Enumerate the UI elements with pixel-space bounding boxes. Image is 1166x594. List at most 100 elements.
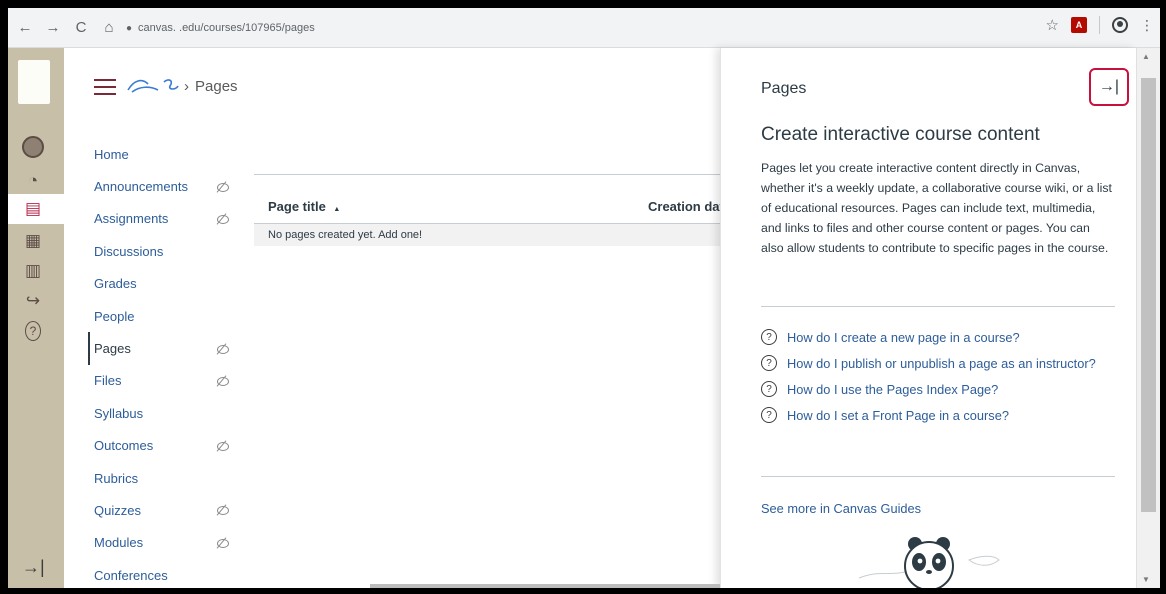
scroll-down-icon[interactable]: ▼ <box>1142 575 1150 584</box>
hidden-from-students-icon <box>216 343 229 355</box>
hidden-from-students-icon <box>216 181 229 193</box>
help-link[interactable]: ? How do I publish or unpublish a page as… <box>761 354 1115 373</box>
horizontal-scrollbar-thumb[interactable] <box>370 584 720 588</box>
inbox-icon[interactable]: ▥ <box>22 260 44 282</box>
screenshot-frame: ← → C ⌂ ● canvas. .edu/courses/107965/pa… <box>8 8 1160 588</box>
pages-table-header: Page title ▲ Creation dat <box>254 190 734 224</box>
close-tray-button[interactable]: →| <box>1089 68 1129 106</box>
see-more-canvas-guides-link[interactable]: See more in Canvas Guides <box>761 501 921 516</box>
commons-icon[interactable]: ↪ <box>22 290 44 312</box>
scrollbar-thumb[interactable] <box>1141 78 1156 512</box>
column-creation-date[interactable]: Creation dat <box>648 199 724 214</box>
tray-divider <box>761 476 1115 477</box>
course-nav-item-files[interactable]: Files <box>88 365 238 397</box>
help-link-text: How do I use the Pages Index Page? <box>787 382 999 397</box>
sort-ascending-icon: ▲ <box>333 206 341 213</box>
course-nav-item-syllabus[interactable]: Syllabus <box>88 397 238 429</box>
course-nav-label: Modules <box>94 535 144 551</box>
hamburger-line <box>94 93 116 95</box>
tray-description: Pages let you create interactive content… <box>761 161 1112 255</box>
hidden-from-students-icon <box>216 440 229 452</box>
forward-icon[interactable]: → <box>42 17 64 39</box>
account-icon[interactable] <box>22 136 44 158</box>
hamburger-line <box>94 86 116 88</box>
help-links-list: ? How do I create a new page in a course?… <box>761 328 1115 432</box>
close-tray-icon: →| <box>1098 78 1120 95</box>
course-nav-item-conferences[interactable]: Conferences <box>88 559 238 588</box>
question-icon: ? <box>761 381 777 397</box>
course-name-logo[interactable] <box>124 74 182 96</box>
hamburger-line <box>94 79 116 81</box>
course-nav-item-quizzes[interactable]: Quizzes <box>88 494 238 526</box>
help-link-text: How do I create a new page in a course? <box>787 330 1020 345</box>
hidden-from-students-icon <box>216 504 229 516</box>
breadcrumb: › Pages <box>184 78 238 95</box>
global-navigation: ◔ ▤ ▦ ▥ ↪ ? →| <box>8 48 64 588</box>
course-nav-item-outcomes[interactable]: Outcomes <box>88 430 238 462</box>
course-nav-item-discussions[interactable]: Discussions <box>88 235 238 267</box>
course-nav-label: Files <box>94 373 122 389</box>
column-page-title[interactable]: Page title ▲ <box>268 199 340 214</box>
hidden-from-students-icon <box>216 537 229 549</box>
tray-heading: Create interactive course content <box>761 124 1040 145</box>
help-icon[interactable]: ? <box>22 320 44 342</box>
pdf-extension-icon[interactable]: A <box>1071 17 1087 33</box>
browser-menu-icon[interactable]: ⋮ <box>1140 18 1154 32</box>
institution-logo[interactable] <box>18 60 50 104</box>
home-icon[interactable]: ⌂ <box>98 17 120 39</box>
help-circle: ? <box>25 321 41 341</box>
course-nav-label: Outcomes <box>94 438 154 454</box>
question-icon: ? <box>761 407 777 423</box>
course-nav-item-home[interactable]: Home <box>88 138 238 170</box>
course-nav-label: Discussions <box>94 243 164 259</box>
course-nav-item-assignments[interactable]: Assignments <box>88 203 238 235</box>
help-link-text: How do I publish or unpublish a page as … <box>787 356 1096 371</box>
course-nav-label: Home <box>94 146 129 162</box>
column-page-title-label: Page title <box>268 199 326 214</box>
course-nav-item-people[interactable]: People <box>88 300 238 332</box>
empty-state-text[interactable]: No pages created yet. Add one! <box>268 229 422 241</box>
course-nav-label: Assignments <box>94 211 169 227</box>
tray-divider <box>761 306 1115 307</box>
help-link[interactable]: ? How do I create a new page in a course? <box>761 328 1115 347</box>
help-link-text: How do I set a Front Page in a course? <box>787 408 1009 423</box>
course-nav-label: Quizzes <box>94 502 141 518</box>
content-divider <box>254 174 734 175</box>
hidden-from-students-icon <box>216 375 229 387</box>
course-navigation: Home Announcements Assignments Discussions G… <box>88 138 238 588</box>
course-nav-item-announcements[interactable]: Announcements <box>88 170 238 202</box>
course-nav-item-grades[interactable]: Grades <box>88 268 238 300</box>
bookmark-star-icon[interactable]: ☆ <box>1046 16 1059 34</box>
course-nav-label: People <box>94 308 135 324</box>
hidden-from-students-icon <box>216 213 229 225</box>
collapse-nav-icon[interactable]: →| <box>22 557 45 578</box>
address-bar[interactable]: ● canvas. .edu/courses/107965/pages <box>126 16 1006 40</box>
browser-toolbar: ← → C ⌂ ● canvas. .edu/courses/107965/pa… <box>8 8 1160 48</box>
reload-icon[interactable]: C <box>70 17 92 39</box>
course-nav-item-modules[interactable]: Modules <box>88 527 238 559</box>
dashboard-icon[interactable]: ◔ <box>22 170 44 192</box>
help-link[interactable]: ? How do I set a Front Page in a course? <box>761 406 1115 425</box>
browser-actions: ☆ A ⋮ <box>1046 16 1154 34</box>
course-menu-toggle[interactable] <box>94 79 116 95</box>
course-nav-item-rubrics[interactable]: Rubrics <box>88 462 238 494</box>
toolbar-separator <box>1099 16 1100 34</box>
question-icon: ? <box>761 329 777 345</box>
breadcrumb-separator: › <box>184 78 189 95</box>
back-icon[interactable]: ← <box>14 17 36 39</box>
profile-icon[interactable] <box>1112 17 1128 33</box>
tray-title: Pages <box>761 80 807 97</box>
lock-icon: ● <box>126 22 133 34</box>
scroll-up-icon[interactable]: ▲ <box>1142 52 1150 61</box>
course-nav-item-pages[interactable]: Pages <box>88 332 238 365</box>
pages-info-tray: Pages →| Create interactive course conte… <box>720 48 1136 588</box>
course-nav-label: Pages <box>94 341 131 357</box>
page-scrollbar[interactable]: ▲ ▼ <box>1136 48 1160 588</box>
course-nav-label: Grades <box>94 276 137 292</box>
courses-icon[interactable]: ▤ <box>22 198 44 220</box>
course-nav-label: Rubrics <box>94 470 139 486</box>
calendar-icon[interactable]: ▦ <box>22 230 44 252</box>
course-nav-label: Syllabus <box>94 405 144 421</box>
question-icon: ? <box>761 355 777 371</box>
help-link[interactable]: ? How do I use the Pages Index Page? <box>761 380 1115 399</box>
